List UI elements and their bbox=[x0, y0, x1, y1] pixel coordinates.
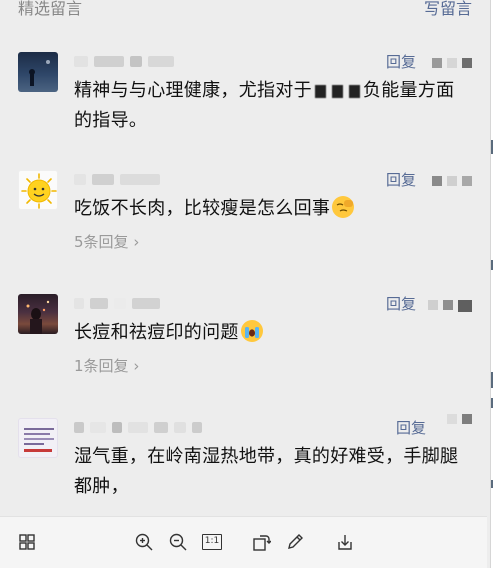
view-replies-link[interactable]: 5条回复 › bbox=[74, 232, 472, 252]
comment-meta: 回复 bbox=[74, 414, 472, 440]
comment-meta: 回复 bbox=[74, 294, 472, 316]
like-count-redacted[interactable] bbox=[428, 300, 472, 312]
download-icon[interactable] bbox=[334, 531, 356, 553]
reply-button[interactable]: 回复 bbox=[386, 294, 416, 314]
reply-button[interactable]: 回复 bbox=[386, 52, 416, 72]
view-replies-link[interactable]: 1条回复 › bbox=[74, 356, 472, 376]
like-count-redacted[interactable] bbox=[432, 176, 472, 186]
comment-text: 吃饭不长肉，比较瘦是怎么回事 bbox=[74, 194, 472, 224]
like-count-redacted[interactable] bbox=[432, 58, 472, 68]
comment-body: 回复 精神与与心理健康，尤指对于 负能量方面的指导。 bbox=[74, 52, 472, 136]
nickname-redacted bbox=[74, 56, 174, 67]
facepalm-emoji-icon bbox=[332, 196, 355, 218]
comment-body: 回复 吃饭不长肉，比较瘦是怎么回事 5条回复 › bbox=[74, 170, 472, 252]
avatar[interactable] bbox=[18, 170, 58, 210]
actual-size-icon[interactable]: 1:1 bbox=[201, 531, 223, 553]
edit-icon[interactable] bbox=[284, 531, 306, 553]
actual-size-label: 1:1 bbox=[202, 534, 222, 550]
zoom-in-icon[interactable] bbox=[133, 531, 155, 553]
comment-meta: 回复 bbox=[74, 170, 472, 192]
comment-text: 湿气重，在岭南湿热地带，真的好难受，手脚腿都肿， bbox=[74, 446, 459, 497]
nickname-redacted bbox=[74, 174, 160, 185]
comments-screen: 精选留言 写留言 回复 精神与与心理健康，尤指对于 负能量方面的指导。 回复 吃… bbox=[0, 0, 490, 568]
reply-button[interactable]: 回复 bbox=[396, 418, 426, 438]
crying-emoji-icon bbox=[240, 320, 263, 342]
rotate-icon[interactable] bbox=[250, 531, 272, 553]
comment-meta: 回复 bbox=[74, 52, 472, 74]
comment-body: 回复 湿气重，在岭南湿热地带，真的好难受，手脚腿都肿， bbox=[74, 414, 472, 502]
nickname-redacted bbox=[74, 298, 160, 309]
thumbnails-icon[interactable] bbox=[16, 531, 38, 553]
redaction-mask bbox=[331, 85, 343, 98]
comments-header: 精选留言 写留言 bbox=[18, 0, 472, 22]
comment-text: 精神与与心理健康，尤指对于 负能量方面的指导。 bbox=[74, 80, 455, 131]
comment-body: 回复 长痘和祛痘印的问题 1条回复 › bbox=[74, 294, 472, 376]
avatar[interactable] bbox=[18, 52, 58, 92]
redaction-mask bbox=[348, 85, 360, 98]
header-title: 精选留言 bbox=[18, 0, 83, 18]
like-count-redacted[interactable] bbox=[447, 414, 472, 424]
redaction-mask bbox=[314, 85, 326, 98]
comment-text: 长痘和祛痘印的问题 bbox=[74, 318, 472, 348]
nickname-redacted bbox=[74, 422, 202, 433]
write-comment-button[interactable]: 写留言 bbox=[424, 0, 472, 20]
avatar[interactable] bbox=[18, 294, 58, 334]
reply-button[interactable]: 回复 bbox=[386, 170, 416, 190]
viewer-toolbar: 1:1 bbox=[0, 516, 487, 568]
zoom-out-icon[interactable] bbox=[167, 531, 189, 553]
avatar[interactable] bbox=[18, 418, 58, 458]
